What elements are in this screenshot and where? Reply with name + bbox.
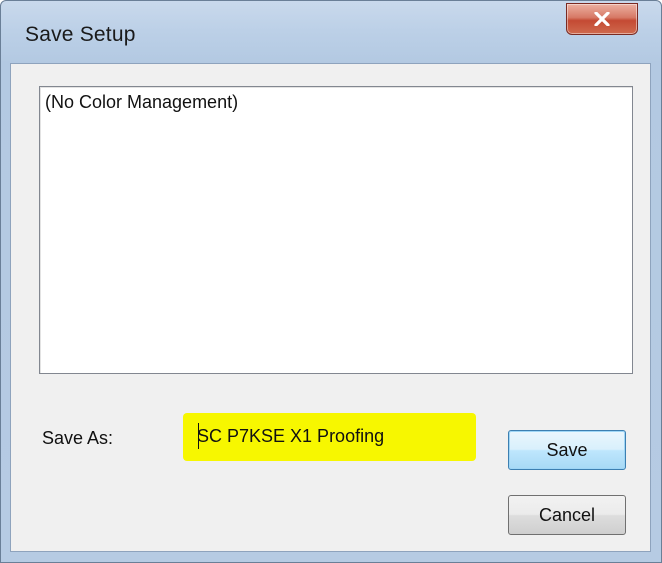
setups-listbox[interactable]: (No Color Management) — [39, 86, 633, 374]
save-as-input[interactable] — [197, 422, 467, 450]
dialog-body: (No Color Management) Save As: Save Canc… — [10, 63, 651, 552]
text-caret — [198, 423, 199, 449]
close-button[interactable] — [566, 3, 638, 35]
save-as-field-highlight — [183, 413, 476, 461]
close-icon — [594, 12, 610, 26]
title-bar[interactable]: Save Setup — [1, 1, 661, 63]
window-title: Save Setup — [25, 23, 136, 46]
save-setup-dialog: Save Setup (No Color Management) Save As… — [0, 0, 662, 563]
list-item[interactable]: (No Color Management) — [45, 92, 238, 113]
save-as-label: Save As: — [42, 428, 114, 448]
save-button[interactable]: Save — [508, 430, 626, 470]
cancel-button[interactable]: Cancel — [508, 495, 626, 535]
